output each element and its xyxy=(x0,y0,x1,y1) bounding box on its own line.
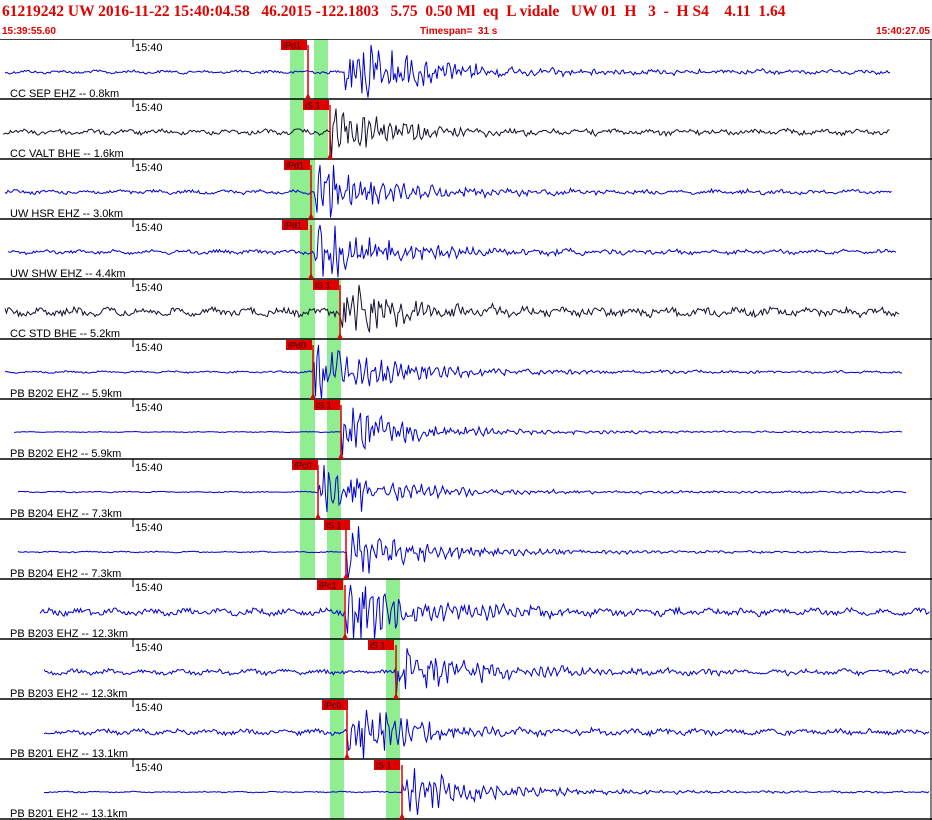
pick-label: iPc0 xyxy=(294,461,312,471)
start-time-label: 15:39:55.60 xyxy=(2,26,56,37)
pick-label: iPd0 xyxy=(288,341,306,351)
station-label: UW HSR EHZ -- 3.0km xyxy=(10,208,123,220)
time-tick-label: 15:40 xyxy=(135,582,163,594)
pick-label: iPd1 xyxy=(284,221,302,231)
time-tick-label: 15:40 xyxy=(135,522,163,534)
seismic-trace xyxy=(13,407,903,456)
seismic-trace xyxy=(43,768,930,816)
station-label: PB B202 EHZ -- 5.9km xyxy=(10,388,122,400)
end-time-label: 15:40:27.05 xyxy=(876,26,930,37)
pick-label: iPc1 xyxy=(319,581,337,591)
pick-label: iS 1 xyxy=(305,101,321,111)
station-label: PB B201 EHZ -- 13.1km xyxy=(10,748,128,760)
time-tick-label: 15:40 xyxy=(135,162,163,174)
pick-window-band xyxy=(327,279,341,579)
station-label: UW SHW EHZ -- 4.4km xyxy=(10,268,126,280)
event-summary-title: 61219242 UW 2016-11-22 15:40:04.58 46.20… xyxy=(2,3,786,20)
pick-label: iPd1 xyxy=(286,161,304,171)
station-label: CC STD BHE -- 5.2km xyxy=(10,328,120,340)
seismogram-panel[interactable]: iPd1 iS 1 iPd1 iPd1 iS 1 iPd0 iS 1 iPc0 iS 1 iPc1… xyxy=(0,39,932,820)
time-tick-label: 15:40 xyxy=(135,762,163,774)
seismic-trace xyxy=(2,108,890,159)
time-tick-label: 15:40 xyxy=(135,462,163,474)
timespan-label: Timespan= 31 s xyxy=(420,26,498,37)
seismic-trace xyxy=(43,709,930,760)
station-label: PB B204 EH2 -- 7.3km xyxy=(10,568,121,580)
pick-label: iS 1 xyxy=(326,521,342,531)
seismic-trace xyxy=(39,584,930,640)
pick-triangle xyxy=(344,753,350,759)
pick-label: iPc0 xyxy=(324,701,342,711)
pick-label: iPd1 xyxy=(283,41,301,51)
pick-triangle xyxy=(305,93,311,99)
station-label: PB B204 EHZ -- 7.3km xyxy=(10,508,122,520)
seismic-trace xyxy=(43,648,930,694)
station-label: PB B203 EH2 -- 12.3km xyxy=(10,688,127,700)
time-tick-label: 15:40 xyxy=(135,402,163,414)
pick-label: iS 1 xyxy=(315,281,331,291)
pick-label: iS 1 xyxy=(376,761,392,771)
time-tick-label: 15:40 xyxy=(135,642,163,654)
time-tick-label: 15:40 xyxy=(135,102,163,114)
station-label: CC VALT BHE -- 1.6km xyxy=(10,148,124,160)
station-label: PB B202 EH2 -- 5.9km xyxy=(10,448,121,460)
time-tick-label: 15:40 xyxy=(135,342,163,354)
time-tick-label: 15:40 xyxy=(135,222,163,234)
station-label: PB B201 EH2 -- 13.1km xyxy=(10,808,127,820)
station-label: PB B203 EHZ -- 12.3km xyxy=(10,628,128,640)
pick-label: iS 1 xyxy=(370,641,386,651)
seismic-trace xyxy=(17,526,907,580)
pick-triangle xyxy=(315,513,321,519)
pick-label: iS 1 xyxy=(316,401,332,411)
time-tick-label: 15:40 xyxy=(135,42,163,54)
time-tick-label: 15:40 xyxy=(135,282,163,294)
station-label: CC SEP EHZ -- 0.8km xyxy=(10,88,119,100)
time-tick-label: 15:40 xyxy=(135,702,163,714)
event-header: 61219242 UW 2016-11-22 15:40:04.58 46.20… xyxy=(0,0,932,39)
